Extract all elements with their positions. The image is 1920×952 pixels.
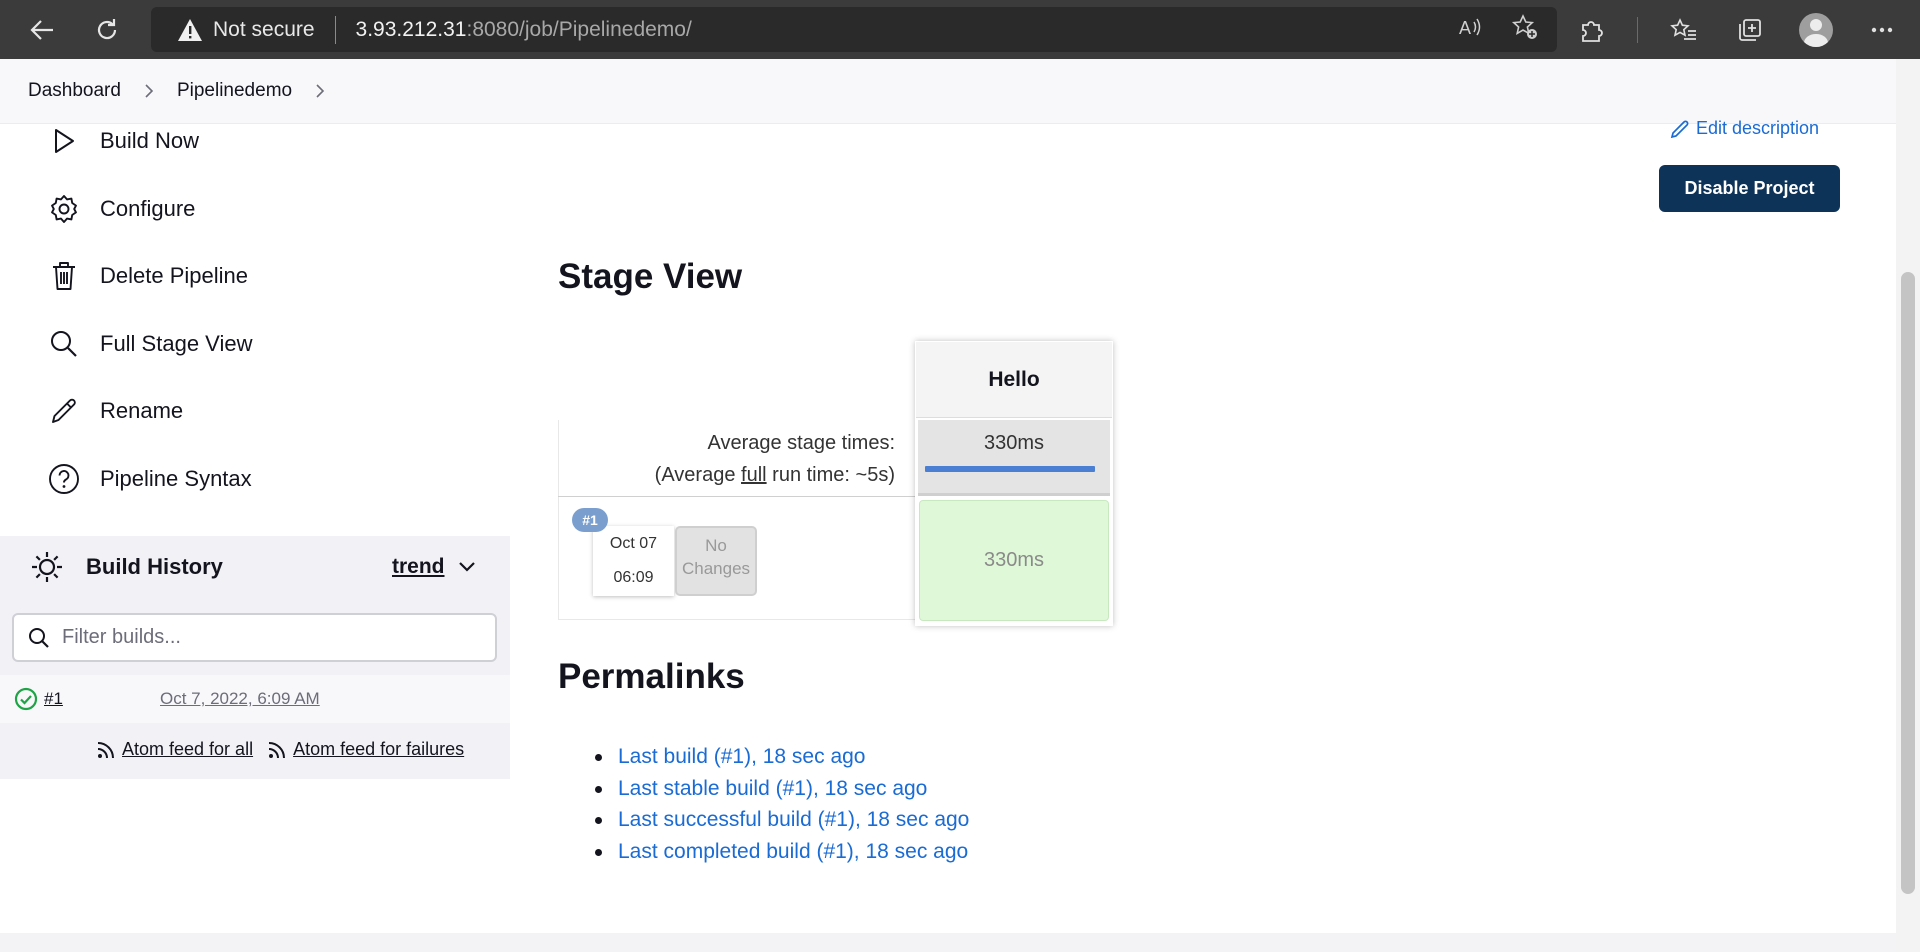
add-favorite-icon[interactable] bbox=[1511, 13, 1539, 46]
pencil-icon bbox=[1670, 119, 1690, 139]
back-button[interactable] bbox=[22, 10, 62, 50]
avatar[interactable] bbox=[1799, 12, 1833, 47]
atom-feed-all-link[interactable]: Atom feed for all bbox=[122, 739, 253, 760]
address-bar[interactable]: Not secure 3.93.212.31 :8080/job/Pipelin… bbox=[151, 7, 1557, 52]
task-rename[interactable]: Rename bbox=[48, 391, 183, 431]
stage-average-progress-bar bbox=[925, 466, 1095, 472]
trend-link[interactable]: trend bbox=[392, 555, 445, 579]
avg-full-prefix: (Average bbox=[654, 464, 742, 486]
disable-project-button[interactable]: Disable Project bbox=[1659, 165, 1840, 212]
more-menu-button[interactable] bbox=[1862, 10, 1902, 50]
play-icon bbox=[48, 125, 80, 157]
breadcrumb-pipelinedemo[interactable]: Pipelinedemo bbox=[177, 80, 292, 102]
task-delete-pipeline[interactable]: Delete Pipeline bbox=[48, 256, 248, 296]
favorites-list-icon bbox=[1670, 17, 1696, 40]
task-configure[interactable]: Configure bbox=[48, 189, 195, 229]
collections-button[interactable] bbox=[1730, 10, 1770, 50]
pencil-icon bbox=[48, 395, 80, 427]
run-time: 06:09 bbox=[613, 569, 654, 586]
trash-icon bbox=[48, 260, 80, 292]
build-history-icon bbox=[30, 550, 64, 584]
build-number-link[interactable]: #1 bbox=[44, 689, 63, 709]
stage-row-divider bbox=[558, 496, 915, 497]
warning-icon[interactable] bbox=[177, 18, 203, 42]
refresh-button[interactable] bbox=[87, 10, 127, 50]
task-pipeline-syntax[interactable]: Pipeline Syntax bbox=[48, 459, 252, 499]
gear-icon bbox=[48, 193, 80, 225]
profile-button[interactable] bbox=[1796, 10, 1836, 50]
chevron-right-icon[interactable] bbox=[314, 83, 326, 99]
browser-actions bbox=[1571, 0, 1920, 59]
task-label[interactable]: Build Now bbox=[100, 128, 199, 154]
avg-full-word: full bbox=[741, 464, 767, 486]
run-number-badge[interactable]: #1 bbox=[572, 508, 608, 532]
help-icon bbox=[48, 463, 80, 495]
search-icon bbox=[28, 627, 50, 649]
average-stage-times-label: Average stage times: bbox=[707, 432, 895, 454]
svg-text:A: A bbox=[1459, 18, 1471, 38]
scrollbar-thumb[interactable] bbox=[1901, 272, 1915, 894]
permalink-last-completed-build[interactable]: Last completed build (#1), 18 sec ago bbox=[594, 836, 969, 868]
no-changes-line2: Changes bbox=[681, 559, 751, 578]
collections-icon bbox=[1739, 18, 1761, 41]
page-footer bbox=[0, 933, 1896, 952]
permalinks-title: Permalinks bbox=[558, 657, 745, 696]
extensions-button[interactable] bbox=[1571, 10, 1611, 50]
favorites-button[interactable] bbox=[1664, 10, 1704, 50]
chevron-right-icon bbox=[143, 83, 155, 99]
run-date-card[interactable]: Oct 07 06:09 bbox=[593, 526, 674, 596]
refresh-icon bbox=[97, 18, 117, 39]
stage-average-time: 330ms bbox=[983, 432, 1045, 454]
read-aloud-icon[interactable]: A bbox=[1457, 14, 1483, 45]
run-date: Oct 07 bbox=[609, 535, 658, 552]
atom-feed-failures-link[interactable]: Atom feed for failures bbox=[293, 739, 464, 760]
address-separator bbox=[334, 15, 336, 44]
build-date-link[interactable]: Oct 7, 2022, 6:09 AM bbox=[160, 689, 320, 709]
edit-description-label[interactable]: Edit description bbox=[1696, 118, 1819, 139]
avg-full-suffix: run time: ~5s) bbox=[766, 464, 895, 486]
back-arrow-icon bbox=[30, 19, 53, 40]
edit-description-link[interactable]: Edit description bbox=[1670, 118, 1819, 139]
stage-average-cell: 330ms bbox=[918, 420, 1110, 496]
permalink-last-successful-build[interactable]: Last successful build (#1), 18 sec ago bbox=[594, 804, 969, 836]
task-full-stage-view[interactable]: Full Stage View bbox=[48, 324, 252, 364]
rss-icon bbox=[267, 740, 287, 760]
task-label[interactable]: Rename bbox=[100, 398, 183, 424]
no-changes-box: No Changes bbox=[675, 526, 757, 596]
search-icon bbox=[48, 328, 80, 360]
url-path[interactable]: :8080/job/Pipelinedemo/ bbox=[466, 18, 691, 42]
task-label[interactable]: Pipeline Syntax bbox=[100, 466, 252, 492]
breadcrumb-dashboard[interactable]: Dashboard bbox=[28, 80, 121, 102]
more-dots-icon bbox=[1871, 27, 1893, 32]
stage-view-title: Stage View bbox=[558, 257, 743, 296]
filter-builds-input[interactable] bbox=[62, 626, 482, 649]
build-history-header: Build History trend bbox=[0, 536, 510, 598]
success-check-icon bbox=[14, 687, 38, 711]
toolbar-divider bbox=[1637, 16, 1638, 43]
puzzle-icon bbox=[1582, 20, 1603, 42]
build-history-title: Build History bbox=[86, 554, 223, 579]
rss-icon bbox=[96, 740, 116, 760]
average-full-run-time: (Average full run time: ~5s) bbox=[558, 464, 895, 487]
task-label[interactable]: Full Stage View bbox=[100, 331, 252, 357]
permalinks-list: Last build (#1), 18 sec ago Last stable … bbox=[594, 741, 969, 868]
task-build-now[interactable]: Build Now bbox=[48, 121, 199, 161]
security-label[interactable]: Not secure bbox=[213, 18, 315, 42]
no-changes-line1: No bbox=[705, 536, 727, 555]
chevron-down-icon[interactable] bbox=[458, 561, 476, 573]
atom-feeds: Atom feed for all Atom feed for failures bbox=[96, 739, 464, 760]
task-label[interactable]: Configure bbox=[100, 196, 195, 222]
filter-builds-field[interactable] bbox=[12, 613, 497, 662]
stage-run-cell[interactable]: 330ms bbox=[919, 500, 1109, 621]
permalink-last-build[interactable]: Last build (#1), 18 sec ago bbox=[594, 741, 969, 773]
task-label[interactable]: Delete Pipeline bbox=[100, 263, 248, 289]
permalink-last-stable-build[interactable]: Last stable build (#1), 18 sec ago bbox=[594, 773, 969, 805]
url-host[interactable]: 3.93.212.31 bbox=[356, 18, 467, 42]
breadcrumb: Dashboard Pipelinedemo bbox=[0, 59, 1896, 124]
stage-name-header: Hello bbox=[916, 342, 1112, 418]
build-row[interactable]: #1 Oct 7, 2022, 6:09 AM bbox=[0, 675, 510, 723]
